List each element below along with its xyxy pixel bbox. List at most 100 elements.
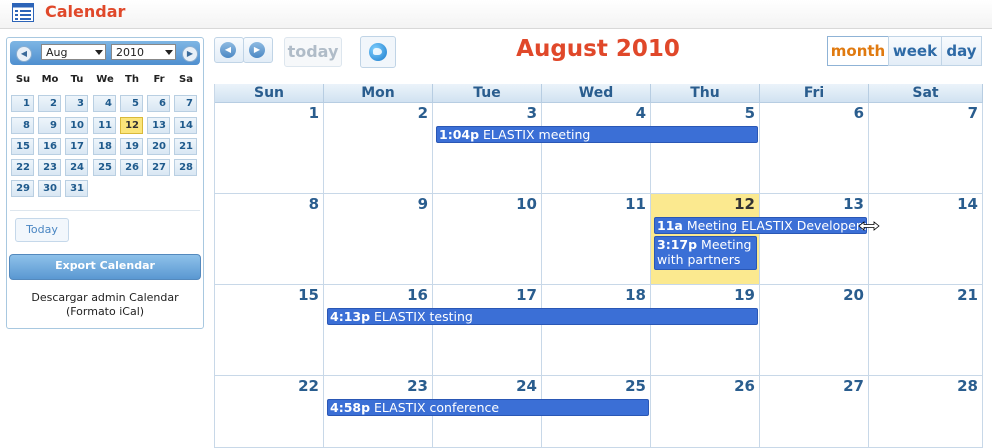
mini-day[interactable]: 28 [174,159,197,176]
day-cell[interactable]: 10 [433,194,542,285]
mini-day[interactable]: 5 [120,95,143,112]
event-title: ELASTIX meeting [483,127,591,142]
next-button[interactable]: ▶ [243,37,273,63]
mini-day[interactable]: 24 [65,159,88,176]
event-item[interactable]: 4:13p ELASTIX testing [327,308,758,325]
mini-day[interactable]: 14 [174,117,197,134]
day-cell[interactable]: 9 [324,194,433,285]
view-day-button[interactable]: day [941,36,982,66]
mini-day[interactable]: 23 [38,159,61,176]
export-link-line2: (Formato iCal) [65,305,145,318]
mini-day[interactable]: 6 [147,95,170,112]
day-cell[interactable]: 15 [215,285,324,376]
mini-day[interactable]: 3 [65,95,88,112]
day-number: 27 [843,377,864,395]
mini-dow-fr: Fr [153,74,165,85]
mini-day[interactable]: 10 [65,117,88,134]
mini-day[interactable]: 22 [11,159,34,176]
divider [10,210,200,211]
mini-day[interactable]: 21 [174,138,197,155]
prev-button[interactable]: ◀ [214,37,244,63]
mini-calendar-header: ◀ Aug 2010 ▶ [10,41,200,65]
mini-day[interactable]: 25 [93,159,116,176]
day-cell[interactable]: 16 [324,285,433,376]
day-cell[interactable]: 3 [433,103,542,194]
mini-day[interactable]: 11 [93,117,116,134]
mini-dow-tu: Tu [70,74,84,85]
day-number: 19 [734,286,755,304]
chevron-left-icon: ◀ [220,42,236,58]
day-cell[interactable]: 6 [760,103,869,194]
mini-day[interactable]: 29 [11,180,34,197]
mini-day[interactable]: 31 [65,180,88,197]
timezone-button[interactable] [360,36,396,68]
side-panel: ◀ Aug 2010 ▶ Su Mo Tu We Th Fr Sa 1 2 3 … [6,37,204,329]
mini-day[interactable]: 13 [147,117,170,134]
mini-day[interactable]: 19 [120,138,143,155]
day-number: 17 [516,286,537,304]
mini-day[interactable]: 1 [11,95,34,112]
day-cell[interactable]: 22 [215,376,324,448]
day-cell[interactable]: 27 [760,376,869,448]
day-number: 16 [407,286,428,304]
globe-icon [369,43,387,61]
month-select-value: Aug [46,46,68,59]
year-select-value: 2010 [116,46,144,59]
day-number: 18 [625,286,646,304]
event-item[interactable]: 1:04p ELASTIX meeting [436,126,758,143]
prev-month-icon[interactable]: ◀ [16,46,32,62]
view-week-button[interactable]: week [888,36,942,66]
mini-day[interactable]: 7 [174,95,197,112]
day-cell[interactable]: 21 [869,285,983,376]
mini-day[interactable]: 8 [11,117,34,134]
day-cell[interactable]: 7 [869,103,983,194]
mini-day[interactable]: 26 [120,159,143,176]
export-link-line1: Descargar admin Calendar [31,291,179,304]
day-cell[interactable]: 11 [542,194,651,285]
day-cell[interactable]: 5 [651,103,760,194]
mini-day[interactable]: 30 [38,180,61,197]
resize-cursor-icon [858,221,880,231]
event-title: ELASTIX conference [374,400,500,415]
year-select[interactable]: 2010 [111,44,176,60]
mini-day[interactable]: 9 [38,117,61,134]
dow-fri: Fri [760,84,869,103]
mini-dow-mo: Mo [41,74,59,85]
mini-today-button[interactable]: Today [15,218,69,242]
event-time: 4:58p [330,400,371,415]
day-cell[interactable]: 18 [542,285,651,376]
today-button[interactable]: today [284,37,342,67]
mini-day[interactable]: 4 [93,95,116,112]
next-month-icon[interactable]: ▶ [182,46,198,62]
event-item[interactable]: 3:17p Meeting with partners [654,236,757,270]
day-cell[interactable]: 26 [651,376,760,448]
app-titlebar: Calendar [0,0,992,29]
day-number: 1 [308,104,319,122]
day-cell[interactable]: 8 [215,194,324,285]
day-cell[interactable]: 1 [215,103,324,194]
calendar-title: August 2010 [516,36,680,62]
mini-day-today[interactable]: 12 [120,117,143,134]
mini-day[interactable]: 27 [147,159,170,176]
day-cell[interactable]: 17 [433,285,542,376]
dow-mon: Mon [324,84,433,103]
chevron-down-icon [165,50,173,55]
day-cell[interactable]: 28 [869,376,983,448]
day-cell[interactable]: 19 [651,285,760,376]
mini-day[interactable]: 18 [93,138,116,155]
day-cell[interactable]: 2 [324,103,433,194]
export-ical-link[interactable]: Descargar admin Calendar (Formato iCal) [9,291,201,319]
month-select[interactable]: Aug [41,44,106,60]
event-item[interactable]: 11a Meeting ELASTIX Developers [654,217,867,234]
event-item[interactable]: 4:58p ELASTIX conference [327,399,649,416]
mini-day[interactable]: 20 [147,138,170,155]
day-cell[interactable]: 4 [542,103,651,194]
day-cell[interactable]: 13 [760,194,869,285]
view-month-button[interactable]: month [827,36,889,66]
mini-day[interactable]: 2 [38,95,61,112]
mini-day[interactable]: 15 [11,138,34,155]
mini-day[interactable]: 17 [65,138,88,155]
day-cell[interactable]: 20 [760,285,869,376]
day-cell[interactable]: 14 [869,194,983,285]
mini-day[interactable]: 16 [38,138,61,155]
